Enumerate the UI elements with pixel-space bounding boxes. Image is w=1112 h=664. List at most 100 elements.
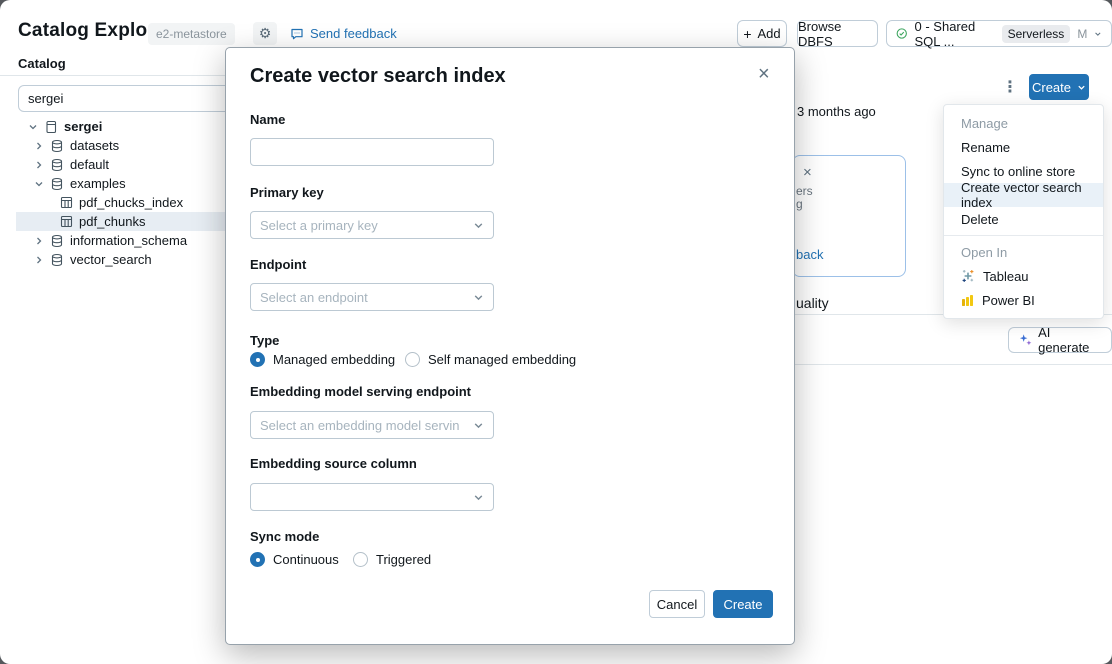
- compute-name: 0 - Shared SQL ...: [915, 19, 995, 49]
- type-label: Type: [250, 333, 279, 348]
- embedding-model-select[interactable]: Select an embedding model serving ...: [250, 411, 494, 439]
- menu-header-manage: Manage: [944, 111, 1103, 135]
- schema-icon: [50, 234, 64, 248]
- type-option-managed[interactable]: Managed embedding: [250, 352, 395, 367]
- chevron-down-icon: [1077, 83, 1086, 92]
- tree-item-table-pdf-chucks-index[interactable]: pdf_chucks_index: [16, 193, 225, 212]
- tree-item-label: sergei: [64, 119, 102, 134]
- section-divider: [795, 364, 1112, 365]
- chevron-right-icon[interactable]: [34, 141, 44, 151]
- tree-item-table-pdf-chunks[interactable]: pdf_chunks: [16, 212, 225, 231]
- catalog-section-label: Catalog: [18, 56, 66, 71]
- endpoint-label: Endpoint: [250, 257, 306, 272]
- primary-key-select[interactable]: Select a primary key: [250, 211, 494, 239]
- serverless-badge: Serverless: [1002, 25, 1071, 43]
- card-link-fragment[interactable]: back: [796, 247, 823, 262]
- sync-option-continuous[interactable]: Continuous: [250, 552, 339, 567]
- radio-unselected-icon[interactable]: [353, 552, 368, 567]
- schema-icon: [50, 177, 64, 191]
- create-dropdown-button[interactable]: Create: [1029, 74, 1089, 100]
- ai-generate-button[interactable]: AI generate: [1008, 327, 1112, 353]
- menu-item-delete[interactable]: Delete: [944, 207, 1103, 231]
- ai-generate-label: AI generate: [1038, 325, 1101, 355]
- embedding-model-label: Embedding model serving endpoint: [250, 384, 471, 399]
- cancel-button[interactable]: Cancel: [649, 590, 705, 618]
- menu-item-power-bi[interactable]: Power BI: [944, 288, 1103, 312]
- power-bi-icon: [961, 294, 974, 307]
- chevron-right-icon[interactable]: [34, 255, 44, 265]
- radio-selected-icon[interactable]: [250, 352, 265, 367]
- name-label: Name: [250, 112, 285, 127]
- tree-item-label: vector_search: [70, 252, 152, 267]
- metastore-settings-button[interactable]: ⚙: [253, 22, 277, 45]
- tree-item-label: pdf_chucks_index: [79, 195, 183, 210]
- kebab-icon: ⋮: [1002, 79, 1018, 96]
- catalog-search-input[interactable]: [18, 85, 234, 112]
- schema-icon: [50, 139, 64, 153]
- cancel-button-label: Cancel: [657, 597, 697, 612]
- chevron-down-icon: [1094, 29, 1102, 39]
- schema-icon: [50, 158, 64, 172]
- chevron-down-icon: [473, 220, 484, 231]
- catalog-icon: [44, 120, 58, 134]
- browse-dbfs-label: Browse DBFS: [798, 19, 877, 49]
- card-text-fragment: g: [796, 197, 803, 211]
- table-icon: [60, 215, 73, 228]
- tree-item-schema-default[interactable]: default: [16, 155, 225, 174]
- chevron-right-icon[interactable]: [34, 236, 44, 246]
- tree-item-label: datasets: [70, 138, 119, 153]
- card-text-fragment: ers: [796, 184, 813, 198]
- radio-unselected-icon[interactable]: [405, 352, 420, 367]
- name-input[interactable]: [250, 138, 494, 166]
- add-button[interactable]: + Add: [737, 20, 787, 47]
- type-option-self-managed[interactable]: Self managed embedding: [405, 352, 576, 367]
- sync-option-continuous-label: Continuous: [273, 552, 339, 567]
- create-button-label: Create: [723, 597, 762, 612]
- quality-tab-fragment[interactable]: uality: [796, 295, 829, 311]
- tree-item-label: information_schema: [70, 233, 187, 248]
- chevron-down-icon[interactable]: [34, 179, 44, 189]
- tree-item-catalog-sergei[interactable]: sergei: [16, 117, 225, 136]
- menu-item-rename[interactable]: Rename: [944, 135, 1103, 159]
- kebab-menu-button[interactable]: ⋮: [1002, 77, 1018, 97]
- browse-dbfs-button[interactable]: Browse DBFS: [797, 20, 878, 47]
- tree-item-schema-vector-search[interactable]: vector_search: [16, 250, 225, 269]
- close-icon[interactable]: ×: [758, 64, 770, 84]
- tree-item-schema-information-schema[interactable]: information_schema: [16, 231, 225, 250]
- sync-mode-label: Sync mode: [250, 529, 319, 544]
- create-vector-search-index-dialog: Create vector search index × Name Primar…: [225, 47, 795, 645]
- radio-selected-icon[interactable]: [250, 552, 265, 567]
- create-button[interactable]: Create: [713, 590, 773, 618]
- embedding-source-select[interactable]: [250, 483, 494, 511]
- menu-item-create-vector-search-index[interactable]: Create vector search index: [944, 183, 1103, 207]
- tree-item-schema-examples[interactable]: examples: [16, 174, 225, 193]
- send-feedback-link[interactable]: Send feedback: [290, 26, 397, 41]
- create-dropdown-label: Create: [1032, 80, 1071, 95]
- compute-size: M: [1077, 27, 1087, 41]
- schema-icon: [50, 253, 64, 267]
- chevron-down-icon: [473, 292, 484, 303]
- menu-divider: [944, 235, 1103, 236]
- send-feedback-label: Send feedback: [310, 26, 397, 41]
- menu-item-power-bi-label: Power BI: [982, 293, 1035, 308]
- tree-item-schema-datasets[interactable]: datasets: [16, 136, 225, 155]
- menu-item-tableau[interactable]: Tableau: [944, 264, 1103, 288]
- primary-key-label: Primary key: [250, 185, 324, 200]
- chevron-right-icon[interactable]: [34, 160, 44, 170]
- compute-selector[interactable]: 0 - Shared SQL ... Serverless M: [886, 20, 1112, 47]
- chevron-down-icon[interactable]: [28, 122, 38, 132]
- card-close-icon[interactable]: ×: [803, 164, 812, 181]
- sync-option-triggered-label: Triggered: [376, 552, 431, 567]
- menu-item-tableau-label: Tableau: [983, 269, 1029, 284]
- sync-option-triggered[interactable]: Triggered: [353, 552, 431, 567]
- endpoint-placeholder: Select an endpoint: [260, 290, 368, 305]
- plus-icon: +: [743, 26, 751, 42]
- chat-bubble-icon: [290, 27, 304, 41]
- sparkle-icon: [1019, 333, 1032, 347]
- endpoint-select[interactable]: Select an endpoint: [250, 283, 494, 311]
- dialog-title: Create vector search index: [250, 65, 506, 88]
- metastore-badge: e2-metastore: [148, 23, 235, 45]
- embedding-source-label: Embedding source column: [250, 456, 417, 471]
- chevron-down-icon: [473, 492, 484, 503]
- gear-icon: ⚙: [259, 25, 272, 42]
